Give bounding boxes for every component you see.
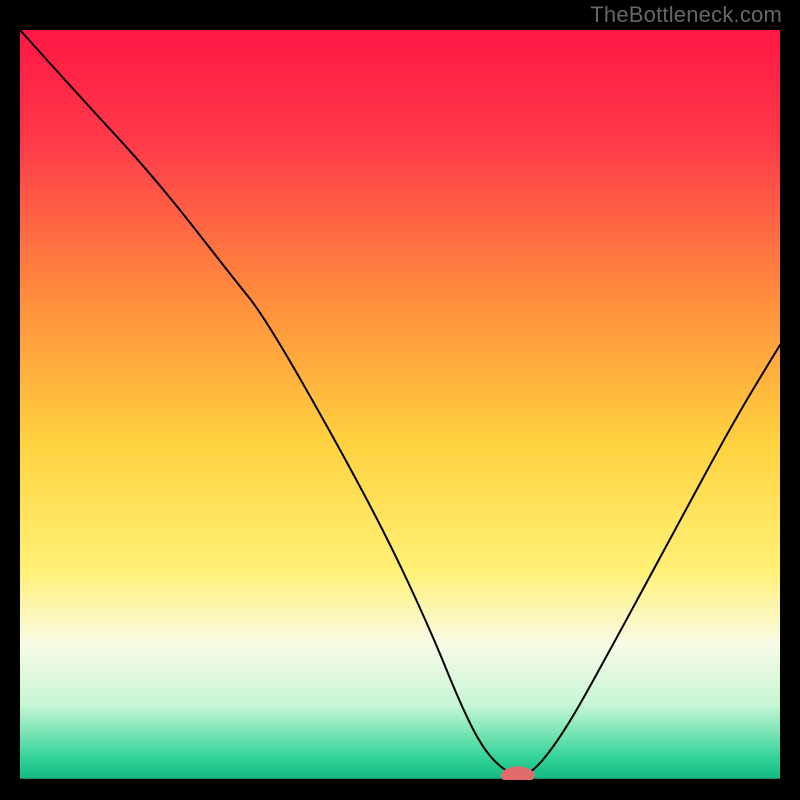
- watermark-text: TheBottleneck.com: [590, 2, 782, 28]
- plot-area: [20, 30, 780, 780]
- chart-frame: TheBottleneck.com: [0, 0, 800, 800]
- gradient-background: [20, 30, 780, 780]
- bottleneck-chart: [20, 30, 780, 780]
